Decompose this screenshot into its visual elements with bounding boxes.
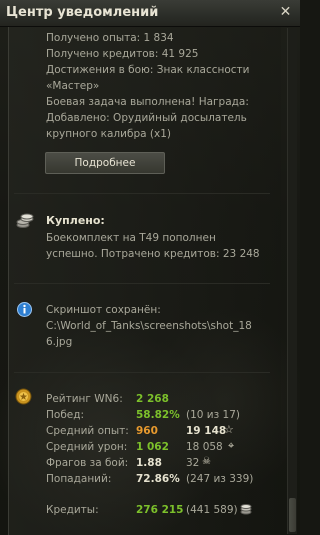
avg-dmg-value: 1 062 <box>136 441 169 453</box>
credits-value: 276 215 <box>136 504 184 516</box>
star-icon: ☆ <box>224 423 234 436</box>
screenshot-title: Скриншот сохранён: <box>46 304 161 316</box>
window-title: Центр уведомлений <box>6 5 159 20</box>
wins-extra: (10 из 17) <box>186 409 240 421</box>
details-button[interactable]: Подробнее <box>45 152 165 174</box>
credits-line: Получено кредитов: 41 925 <box>46 48 199 60</box>
divider <box>14 372 270 373</box>
hits-extra: (247 из 339) <box>186 473 254 485</box>
damage-crosshair-icon: ⌖ <box>228 439 235 452</box>
credits-label: Кредиты: <box>46 504 99 516</box>
avg-dmg-value-2: 18 058 <box>186 441 223 453</box>
scrollbar[interactable] <box>287 28 297 534</box>
frags-value-2: 32 <box>186 457 200 469</box>
purchase-line-2: успешно. Потрачено кредитов: 23 248 <box>46 248 260 260</box>
scrollbar-thumb[interactable] <box>289 498 296 532</box>
frags-label: Фрагов за бой: <box>46 457 129 469</box>
window-titlebar[interactable]: Центр уведомлений ✕ <box>0 0 300 27</box>
rating-medal-icon <box>15 388 32 405</box>
avg-xp-value-2: 19 148 <box>186 425 227 437</box>
divider <box>14 283 270 284</box>
mission-line: Боевая задача выполнена! Награда: <box>46 96 249 108</box>
avg-xp-value: 960 <box>136 425 158 437</box>
screenshot-path: C:\World_of_Tanks\screenshots\shot_18 <box>46 320 252 332</box>
avg-dmg-label: Средний урон: <box>46 441 128 453</box>
achievement-line-2: «Мастер» <box>46 80 100 92</box>
credits-coin-icon <box>240 504 252 515</box>
rating-value: 2 268 <box>136 393 169 405</box>
hits-label: Попаданий: <box>46 473 112 485</box>
reward-line: Добавлено: Орудийный досылатель <box>46 112 247 124</box>
xp-line: Получено опыта: 1 834 <box>46 32 174 44</box>
purchase-title: Куплено: <box>46 214 105 227</box>
divider <box>14 193 270 194</box>
credits-extra: (441 589) <box>186 504 238 516</box>
coins-icon <box>16 213 34 228</box>
reward-line-2: крупного калибра (x1) <box>46 128 171 140</box>
avg-xp-label: Средний опыт: <box>46 425 129 437</box>
purchase-line: Боекомплект на T49 пополнен <box>46 232 216 244</box>
frags-value: 1.88 <box>136 457 162 469</box>
wins-value: 58.82% <box>136 409 180 421</box>
skull-icon: ☠ <box>202 456 211 467</box>
info-icon <box>17 302 32 317</box>
achievement-line: Достижения в бою: Знак классности <box>46 64 250 76</box>
hits-value: 72.86% <box>136 473 180 485</box>
close-icon[interactable]: ✕ <box>278 5 293 20</box>
wins-label: Побед: <box>46 409 85 421</box>
screenshot-path-2: 6.jpg <box>46 336 73 348</box>
rating-label: Рейтинг WN6: <box>46 393 123 405</box>
